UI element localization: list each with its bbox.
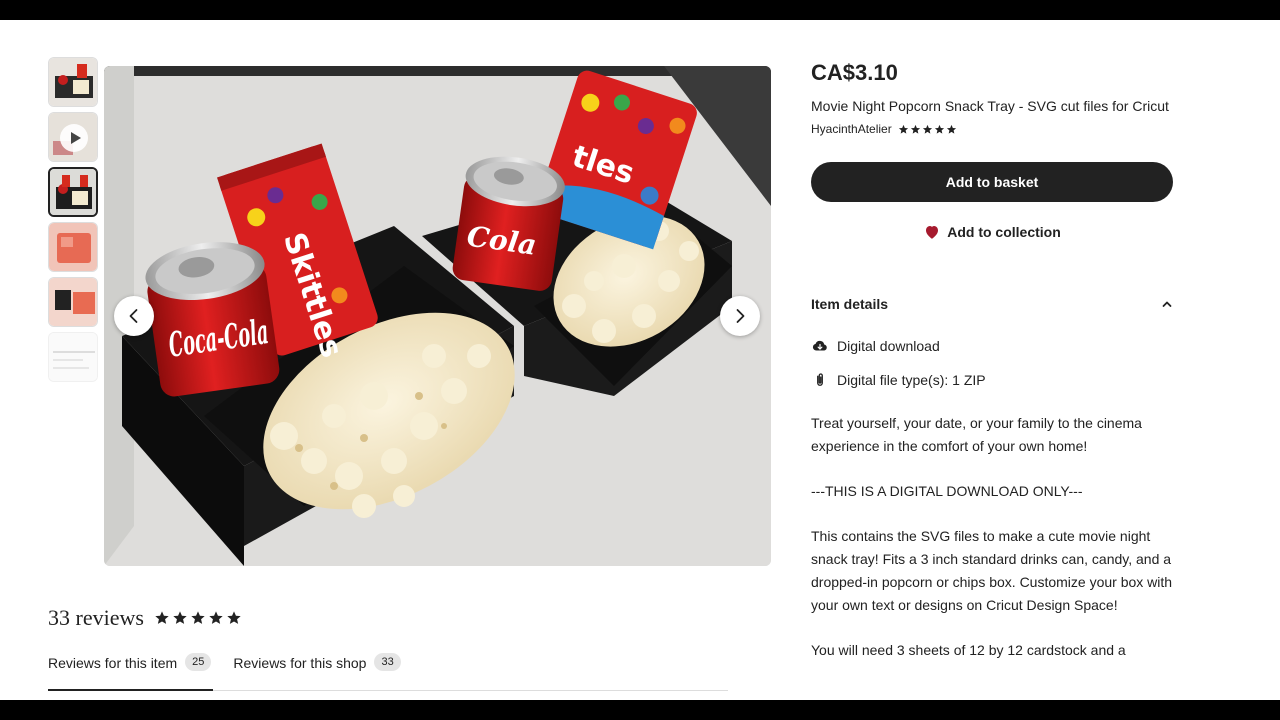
thumbnail-6[interactable]	[48, 332, 98, 382]
description-paragraph: You will need 3 sheets of 12 by 12 cards…	[811, 642, 1126, 658]
detail-row-download: Digital download	[811, 336, 1173, 356]
listing-info-panel: CA$3.10 Movie Night Popcorn Snack Tray -…	[811, 60, 1173, 662]
cloud-download-icon	[812, 340, 827, 351]
thumbnail-video[interactable]	[48, 112, 98, 162]
chevron-up-icon	[1162, 301, 1172, 307]
tab-reviews-for-shop[interactable]: Reviews for this shop 33	[233, 653, 402, 691]
star-icon	[922, 124, 932, 134]
detail-file-type-label: Digital file type(s): 1 ZIP	[837, 372, 986, 388]
item-details-heading: Item details	[811, 296, 889, 312]
add-to-collection-button[interactable]: Add to collection	[811, 212, 1173, 252]
star-icon	[191, 611, 205, 624]
main-product-image: Skittles tles Coca-Cola Cola	[104, 66, 771, 566]
review-tabs: Reviews for this item 25 Reviews for thi…	[48, 653, 728, 691]
star-icon	[155, 611, 169, 624]
previous-image-button[interactable]	[114, 296, 154, 336]
shop-row: HyacinthAtelier	[811, 122, 1173, 136]
tab-reviews-for-item[interactable]: Reviews for this item 25	[48, 653, 214, 691]
add-to-basket-button[interactable]: Add to basket	[811, 162, 1173, 202]
listing-page: Skittles tles Coca-Cola Cola 33 reviews …	[0, 20, 1280, 700]
chevron-left-icon	[129, 309, 138, 323]
tab-label: Reviews for this shop	[233, 655, 367, 671]
detail-row-file-type: Digital file type(s): 1 ZIP	[811, 370, 1173, 390]
thumbnail-strip	[48, 57, 100, 387]
description-paragraph: ---THIS IS A DIGITAL DOWNLOAD ONLY---	[811, 483, 1083, 499]
reviews-rating-stars	[154, 610, 242, 626]
reviews-section: 33 reviews Reviews for this item 25 Revi…	[48, 605, 728, 691]
listing-title: Movie Night Popcorn Snack Tray - SVG cut…	[811, 98, 1169, 114]
description-paragraph: Treat yourself, your date, or your famil…	[811, 415, 1142, 454]
reviews-count: 33 reviews	[48, 605, 144, 630]
description-paragraph: This contains the SVG files to make a cu…	[811, 528, 1173, 613]
star-icon	[946, 124, 956, 134]
detail-download-label: Digital download	[837, 338, 940, 354]
tab-count-badge: 33	[374, 653, 401, 671]
tab-count-badge: 25	[185, 653, 212, 671]
price: CA$3.10	[811, 60, 898, 85]
star-icon	[173, 611, 187, 624]
heart-icon	[926, 226, 939, 239]
star-icon	[227, 611, 241, 624]
thumbnail-5[interactable]	[48, 277, 98, 327]
add-to-collection-label: Add to collection	[947, 224, 1061, 240]
shop-rating-stars	[898, 124, 957, 135]
product-photo: Skittles tles Coca-Cola Cola	[104, 66, 771, 566]
next-image-button[interactable]	[720, 296, 760, 336]
star-icon	[934, 124, 944, 134]
chevron-right-icon	[736, 309, 745, 323]
thumbnail-3-selected[interactable]	[48, 167, 98, 217]
tab-label: Reviews for this item	[48, 655, 178, 671]
star-icon	[898, 124, 908, 134]
play-icon	[60, 124, 88, 152]
thumbnail-1[interactable]	[48, 57, 98, 107]
shop-name-link[interactable]: HyacinthAtelier	[811, 122, 892, 136]
star-icon	[209, 611, 223, 624]
item-details-toggle[interactable]: Item details	[811, 294, 1173, 314]
paperclip-icon	[817, 373, 823, 386]
star-icon	[910, 124, 920, 134]
reviews-header: 33 reviews	[48, 605, 728, 631]
thumbnail-4[interactable]	[48, 222, 98, 272]
